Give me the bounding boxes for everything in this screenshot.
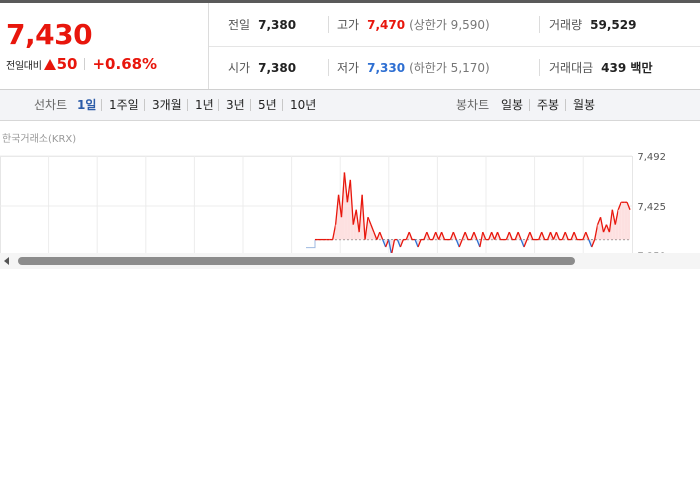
stat-high: 고가 7,470 (상한가 9,590) <box>337 3 490 46</box>
stat-label: 시가 <box>228 61 251 75</box>
stat-prev-close: 전일 7,380 <box>228 3 296 46</box>
horizontal-scrollbar[interactable] <box>0 253 700 269</box>
divider <box>101 99 102 111</box>
data-source-label: 한국거래소(KRX) <box>2 134 77 145</box>
stat-extra: (하한가 5,170) <box>409 61 490 75</box>
stat-amount: 거래대금 439 백만 <box>549 46 652 89</box>
stat-value: 59,529 <box>590 17 637 32</box>
price-area <box>621 202 625 240</box>
change-percent: +0.68% <box>92 55 158 73</box>
candle-daily-tab[interactable]: 일봉 <box>501 90 523 120</box>
period-5y-tab[interactable]: 5년 <box>258 90 277 120</box>
stat-label: 전일 <box>228 18 251 32</box>
pre-open-line <box>306 239 316 249</box>
divider <box>529 99 530 111</box>
period-10y-tab[interactable]: 10년 <box>290 90 316 120</box>
stat-value: 7,380 <box>258 60 297 75</box>
divider <box>250 99 251 111</box>
divider <box>282 99 283 111</box>
candle-chart-label: 봉차트 <box>456 98 490 112</box>
stat-low: 저가 7,330 (하한가 5,170) <box>337 46 490 89</box>
change-row: 전일대비 50 +0.68% <box>6 55 157 73</box>
stat-value: 439 백만 <box>601 61 653 75</box>
quote-summary: 7,430 전일대비 50 +0.68% 전일 7,380 고가 7,470 (… <box>0 3 700 90</box>
y-tick-label: 7,425 <box>637 202 666 213</box>
stat-value: 7,330 <box>367 60 406 75</box>
divider <box>539 59 540 76</box>
divider <box>144 99 145 111</box>
period-1w-tab[interactable]: 1주일 <box>109 90 139 120</box>
period-3y-tab[interactable]: 3년 <box>226 90 245 120</box>
price-box: 7,430 전일대비 50 +0.68% <box>0 3 209 89</box>
stat-label: 저가 <box>337 61 360 75</box>
triangle-up-icon <box>43 58 56 70</box>
stat-volume: 거래량 59,529 <box>549 3 636 46</box>
stat-open: 시가 7,380 <box>228 46 296 89</box>
candle-weekly-tab[interactable]: 주봉 <box>537 90 559 120</box>
divider <box>218 99 219 111</box>
divider <box>328 16 329 33</box>
divider <box>539 16 540 33</box>
stats-row-1: 전일 7,380 고가 7,470 (상한가 9,590) 거래량 59,529 <box>209 3 700 47</box>
stat-value: 7,380 <box>258 17 297 32</box>
change-divider <box>84 58 86 70</box>
period-1y-tab[interactable]: 1년 <box>195 90 214 120</box>
scroll-left-arrow-icon[interactable] <box>4 257 9 265</box>
divider <box>187 99 188 111</box>
divider <box>565 99 566 111</box>
stat-value: 7,470 <box>367 17 406 32</box>
stat-extra: (상한가 9,590) <box>409 18 490 32</box>
change-value: 50 <box>56 55 78 73</box>
chart-svg: 7,4927,4257,359 <box>0 152 666 255</box>
stats-grid: 전일 7,380 고가 7,470 (상한가 9,590) 거래량 59,529… <box>209 3 700 89</box>
period-1d-tab[interactable]: 1일 <box>77 90 96 120</box>
price-area <box>624 202 628 240</box>
divider <box>328 59 329 76</box>
stat-label: 거래대금 <box>549 61 594 75</box>
scroll-thumb[interactable] <box>18 257 575 265</box>
candle-monthly-tab[interactable]: 월봉 <box>573 90 595 120</box>
y-tick-label: 7,492 <box>637 152 666 163</box>
stats-row-2: 시가 7,380 저가 7,330 (하한가 5,170) 거래대금 439 백… <box>209 46 700 89</box>
stat-label: 고가 <box>337 18 360 32</box>
period-3m-tab[interactable]: 3개월 <box>152 90 182 120</box>
stat-label: 거래량 <box>549 18 583 32</box>
chart-toolbar: 선차트 1일 1주일 3개월 1년 3년 5년 10년 봉차트 일봉 주봉 월봉 <box>0 89 700 121</box>
line-chart-label: 선차트 <box>34 98 68 112</box>
intraday-price-chart: 7,4927,4257,359 <box>0 150 700 255</box>
current-price: 7,430 <box>6 18 93 51</box>
change-label: 전일대비 <box>6 60 42 72</box>
